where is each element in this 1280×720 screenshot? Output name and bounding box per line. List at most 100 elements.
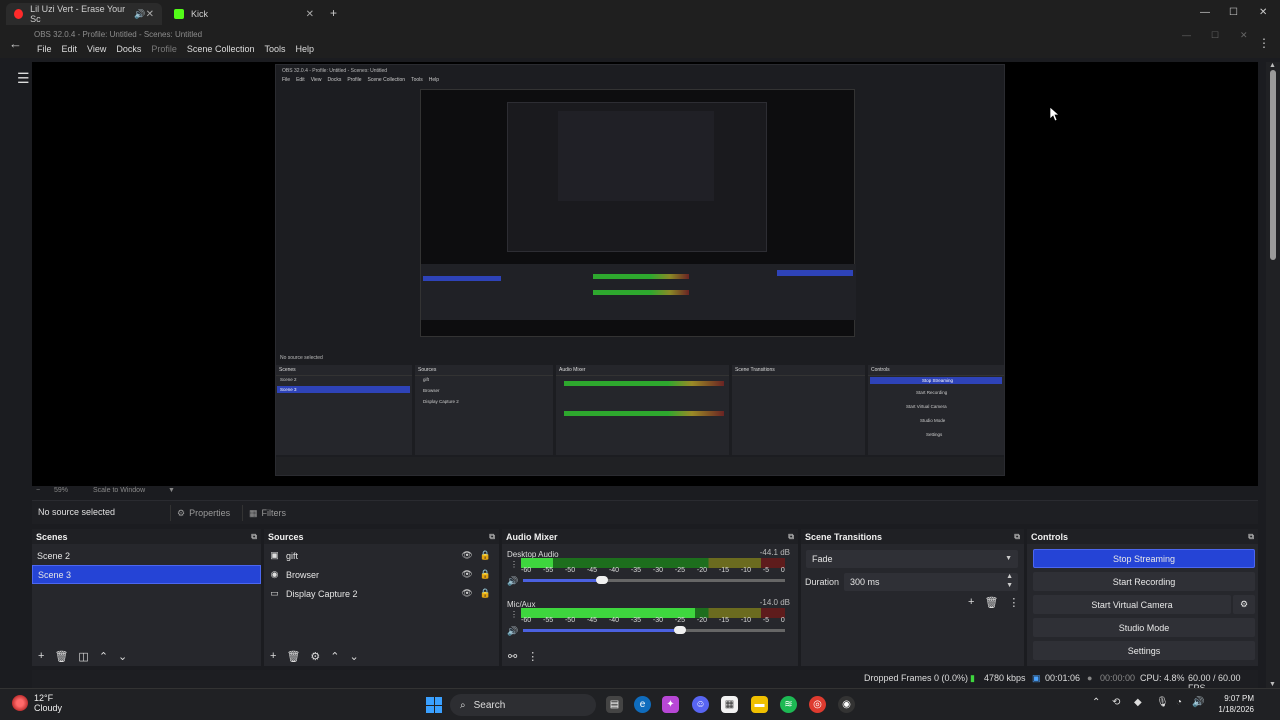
spin-up-icon[interactable]: ▲ xyxy=(1006,573,1013,580)
properties-button[interactable]: ⚙ Properties xyxy=(170,505,236,521)
scroll-down-icon[interactable]: ▼ xyxy=(1269,681,1276,688)
gear-icon[interactable]: ⚙ xyxy=(310,650,320,663)
task-view-icon[interactable]: ▤ xyxy=(606,696,623,713)
menu-tools[interactable]: Tools xyxy=(264,44,285,54)
source-item[interactable]: ▭ Display Capture 2 👁 🔒 xyxy=(264,584,499,603)
eye-icon[interactable]: 👁 xyxy=(461,588,472,599)
back-arrow-icon[interactable]: ← xyxy=(9,36,22,51)
speaker-icon[interactable]: 🔊 xyxy=(507,626,518,637)
chrome-icon[interactable]: ◎ xyxy=(809,696,826,713)
tray-app-icon[interactable]: ◆ xyxy=(1134,697,1142,708)
settings-button[interactable]: Settings xyxy=(1033,641,1255,660)
scene-item-selected[interactable]: Scene 3 xyxy=(32,565,261,584)
zoom-out-icon[interactable]: − xyxy=(36,487,40,494)
minimize-button[interactable]: — xyxy=(1200,7,1210,18)
channel-menu-icon[interactable]: ⋮ xyxy=(510,560,518,569)
tray-app-icon[interactable]: ⟲ xyxy=(1112,697,1120,708)
windows-start-icon[interactable] xyxy=(426,697,442,713)
menu-scene-collection[interactable]: Scene Collection xyxy=(187,44,255,54)
taskbar-search[interactable]: ⌕ Search xyxy=(450,694,596,716)
volume-slider[interactable] xyxy=(523,626,785,634)
obs-icon[interactable]: ◉ xyxy=(838,696,855,713)
file-explorer-icon[interactable]: ▬ xyxy=(751,696,768,713)
tab-youtube[interactable]: Lil Uzi Vert - Erase Your Sc 🔊 ✕ xyxy=(6,3,162,25)
undock-icon[interactable]: ⧉ xyxy=(1248,532,1254,542)
lock-icon[interactable]: 🔒 xyxy=(480,550,491,561)
close-tab-icon[interactable]: ✕ xyxy=(306,9,314,20)
scale-mode[interactable]: Scale to Window xyxy=(93,487,145,494)
undock-icon[interactable]: ⧉ xyxy=(1014,532,1020,542)
new-tab-button[interactable]: + xyxy=(330,6,337,20)
weather-widget[interactable]: 12°F Cloudy xyxy=(12,693,62,713)
chevron-down-icon[interactable]: ▼ xyxy=(168,487,175,494)
page-scrollbar[interactable]: ▲ ▼ xyxy=(1266,62,1280,688)
slider-knob[interactable] xyxy=(595,576,608,584)
volume-icon[interactable]: 🔊 xyxy=(1192,697,1204,708)
move-up-icon[interactable]: ⌃ xyxy=(330,650,339,663)
menu-view[interactable]: View xyxy=(87,44,106,54)
discord-icon[interactable]: ☺ xyxy=(692,696,709,713)
store-icon[interactable]: ▦ xyxy=(721,696,738,713)
move-down-icon[interactable]: ⌄ xyxy=(350,650,359,663)
trash-icon[interactable]: 🗑 xyxy=(286,650,300,663)
add-icon[interactable]: + xyxy=(38,650,44,662)
menu-profile[interactable]: Profile xyxy=(151,44,177,54)
maximize-button[interactable]: ☐ xyxy=(1229,7,1238,18)
scroll-up-icon[interactable]: ▲ xyxy=(1269,62,1276,69)
filters-button[interactable]: ▦ Filters xyxy=(242,505,292,521)
studio-mode-button[interactable]: Studio Mode xyxy=(1033,618,1255,637)
spin-down-icon[interactable]: ▼ xyxy=(1006,582,1013,589)
source-item[interactable]: ◉ Browser 👁 🔒 xyxy=(264,565,499,584)
edge-icon[interactable]: e xyxy=(634,696,651,713)
obs-minimize-button[interactable]: — xyxy=(1182,30,1191,40)
undock-icon[interactable]: ⧉ xyxy=(251,532,257,542)
trash-icon[interactable]: 🗑 xyxy=(984,596,998,609)
copilot-icon[interactable]: ✦ xyxy=(662,696,679,713)
menu-file[interactable]: File xyxy=(37,44,52,54)
scene-item[interactable]: Scene 2 xyxy=(32,546,261,565)
undock-icon[interactable]: ⧉ xyxy=(788,532,794,542)
menu-help[interactable]: Help xyxy=(295,44,314,54)
start-recording-button[interactable]: Start Recording xyxy=(1033,572,1255,591)
more-menu-icon[interactable]: ⋮ xyxy=(1008,596,1019,609)
stop-streaming-button[interactable]: Stop Streaming xyxy=(1033,549,1255,568)
menu-docks[interactable]: Docks xyxy=(116,44,141,54)
filter-icon[interactable]: ◫ xyxy=(78,650,88,663)
obs-maximize-button[interactable]: ☐ xyxy=(1211,30,1219,41)
lock-icon[interactable]: 🔒 xyxy=(480,588,491,599)
duration-spinbox[interactable]: 300 ms ▲ ▼ xyxy=(844,573,1018,591)
slider-knob[interactable] xyxy=(674,626,687,634)
tray-chevron-icon[interactable]: ⌃ xyxy=(1092,697,1100,708)
channel-menu-icon[interactable]: ⋮ xyxy=(510,610,518,619)
start-virtual-camera-button[interactable]: Start Virtual Camera xyxy=(1033,595,1231,614)
speaker-icon[interactable]: 🔊 xyxy=(507,576,518,587)
undock-icon[interactable]: ⧉ xyxy=(489,532,495,542)
link-icon[interactable]: ⚯ xyxy=(508,650,517,663)
hamburger-menu-icon[interactable]: ☰ xyxy=(17,70,30,87)
move-up-icon[interactable]: ⌃ xyxy=(99,650,108,663)
mic-icon[interactable]: 🎙 xyxy=(1156,697,1169,708)
obs-close-button[interactable]: ✕ xyxy=(1240,30,1248,41)
eye-icon[interactable]: 👁 xyxy=(461,569,472,580)
more-menu-icon[interactable]: ⋮ xyxy=(1258,36,1270,50)
tab-kick[interactable]: Kick ✕ xyxy=(166,3,322,25)
add-icon[interactable]: + xyxy=(270,650,276,662)
lock-icon[interactable]: 🔒 xyxy=(480,569,491,580)
wifi-icon[interactable]: ◔ xyxy=(1176,697,1182,708)
volume-slider[interactable] xyxy=(523,576,785,584)
close-window-button[interactable]: ✕ xyxy=(1259,7,1267,18)
menu-edit[interactable]: Edit xyxy=(62,44,78,54)
virtual-camera-settings-button[interactable]: ⚙ xyxy=(1233,595,1255,614)
system-clock[interactable]: 9:07 PM 1/18/2026 xyxy=(1210,693,1254,715)
spotify-icon[interactable]: ≋ xyxy=(780,696,797,713)
trash-icon[interactable]: 🗑 xyxy=(54,650,68,663)
eye-icon[interactable]: 👁 xyxy=(461,550,472,561)
add-icon[interactable]: + xyxy=(968,596,974,609)
source-item[interactable]: ▣ gift 👁 🔒 xyxy=(264,546,499,565)
more-menu-icon[interactable]: ⋮ xyxy=(527,650,538,663)
close-tab-icon[interactable]: ✕ xyxy=(146,9,154,20)
transition-select[interactable]: Fade ▼ xyxy=(806,550,1018,568)
speaker-icon[interactable]: 🔊 xyxy=(134,9,145,20)
scroll-thumb[interactable] xyxy=(1270,70,1276,260)
move-down-icon[interactable]: ⌄ xyxy=(118,650,127,663)
